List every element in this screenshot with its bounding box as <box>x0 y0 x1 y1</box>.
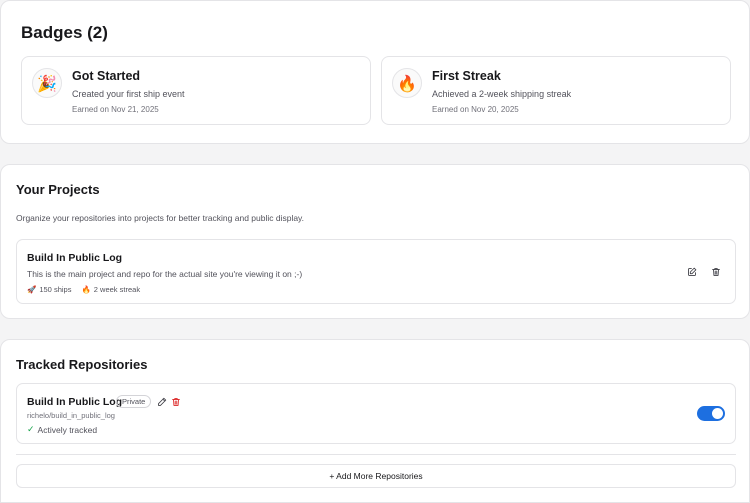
project-name: Build In Public Log <box>27 252 123 264</box>
repo-name: Build In Public Log <box>27 396 123 408</box>
repo-status: ✓ Actively tracked <box>27 424 97 435</box>
streak-stat: 🔥 2 week streak <box>81 285 140 294</box>
badges-title: Badges (2) <box>21 23 108 42</box>
pencil-icon <box>158 397 167 406</box>
projects-description: Organize your repositories into projects… <box>16 213 305 223</box>
project-stats: 🚀 150 ships 🔥 2 week streak <box>27 285 140 294</box>
delete-repo-button[interactable] <box>169 395 183 409</box>
rocket-icon: 🚀 <box>27 285 37 294</box>
projects-card: Your Projects Organize your repositories… <box>0 164 750 319</box>
project-description: This is the main project and repo for th… <box>27 269 303 279</box>
edit-repo-button[interactable] <box>155 395 169 409</box>
badge-description: Achieved a 2-week shipping streak <box>432 89 572 99</box>
repo-path: richelo/build_in_public_log <box>27 411 115 420</box>
project-item[interactable]: Build In Public Log This is the main pro… <box>16 239 736 304</box>
badge-name: Got Started <box>72 69 141 83</box>
tracking-toggle[interactable] <box>697 406 725 421</box>
badge-description: Created your first ship event <box>72 89 185 99</box>
repos-card: Tracked Repositories Build In Public Log… <box>0 339 750 503</box>
edit-icon <box>688 267 697 276</box>
edit-project-button[interactable] <box>685 265 699 279</box>
check-icon: ✓ <box>27 424 35 434</box>
repo-status-label: Actively tracked <box>37 424 98 435</box>
badge-earned-date: Earned on Nov 21, 2025 <box>72 105 159 114</box>
repo-item: Build In Public Log Private richelo/buil… <box>16 383 736 444</box>
badge-name: First Streak <box>432 69 501 83</box>
trash-icon <box>712 268 720 276</box>
repos-title: Tracked Repositories <box>16 357 148 372</box>
fire-icon: 🔥 <box>392 68 422 98</box>
divider <box>16 454 736 455</box>
streak-count: 2 week streak <box>93 285 141 294</box>
party-popper-icon: 🎉 <box>32 68 62 98</box>
badge-earned-date: Earned on Nov 20, 2025 <box>432 105 519 114</box>
delete-project-button[interactable] <box>709 265 723 279</box>
badge-got-started: 🎉 Got Started Created your first ship ev… <box>21 56 371 125</box>
toggle-knob <box>712 408 723 419</box>
projects-title: Your Projects <box>16 182 100 197</box>
ships-stat: 🚀 150 ships <box>27 285 71 294</box>
visibility-badge: Private <box>116 395 152 408</box>
add-repositories-button[interactable]: + Add More Repositories <box>16 464 736 488</box>
ships-count: 150 ships <box>39 285 72 294</box>
fire-icon: 🔥 <box>81 285 91 294</box>
badges-card: Badges (2) 🎉 Got Started Created your fi… <box>0 0 750 144</box>
trash-icon <box>172 398 180 406</box>
badge-first-streak: 🔥 First Streak Achieved a 2-week shippin… <box>381 56 731 125</box>
